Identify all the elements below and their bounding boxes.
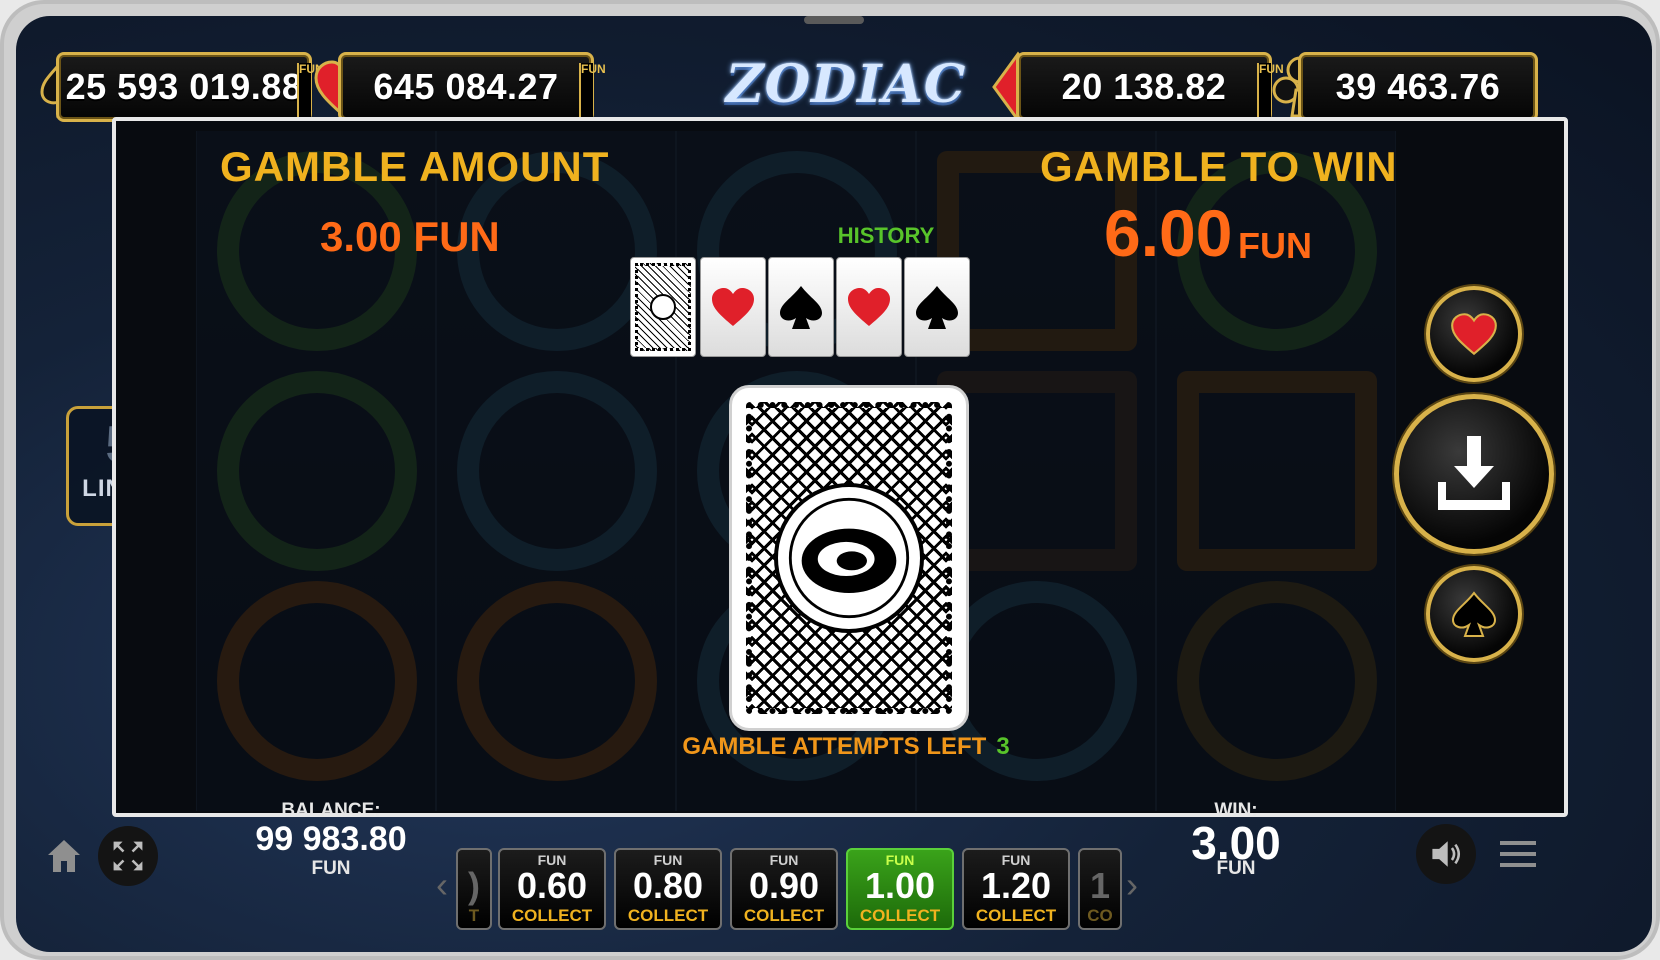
download-icon	[1438, 436, 1510, 510]
history-card-spade-icon	[768, 257, 834, 357]
jackpot-heart-value: 645 084.27	[373, 66, 559, 107]
bet-value: 1.20	[980, 865, 1052, 906]
heart-bet-button[interactable]	[1426, 286, 1522, 382]
spade-icon	[1451, 591, 1497, 637]
balance-value: 99 983.80	[255, 820, 407, 858]
bet-prev-arrow[interactable]: ‹	[436, 864, 448, 906]
jackpot-heart-plate: 645 084.27 FUN	[338, 52, 606, 122]
bet-option-0-80[interactable]: FUN 0.80 COLLECT	[614, 848, 722, 930]
bet-value: 0.90	[748, 865, 820, 906]
bet-option-0-60[interactable]: FUN 0.60 COLLECT	[498, 848, 606, 930]
device-frame: 25 593 019.88 FUN 645 084.27 FUN ZODIAC …	[0, 0, 1660, 960]
history-card-heart-icon	[700, 257, 766, 357]
jackpot-spade-fun: FUN	[297, 63, 324, 117]
gamble-to-win-currency: FUN	[1238, 225, 1312, 266]
bet-collect: COLLECT	[627, 906, 709, 925]
bet-collect: COLLECT	[511, 906, 593, 925]
bet-value: 0.80	[632, 865, 704, 906]
balance-currency: FUN	[311, 858, 351, 879]
jackpot-heart-fun: FUN	[579, 63, 606, 117]
gamble-amount-value: 3.00 FUN	[320, 213, 500, 260]
history-card-spade-icon	[904, 257, 970, 357]
gamble-to-win-value: 6.00	[1104, 196, 1233, 270]
jackpot-diamond-value: 20 138.82	[1061, 66, 1227, 107]
attempts-label: GAMBLE ATTEMPTS LEFT	[682, 733, 987, 760]
bet-option-1-20[interactable]: FUN 1.20 COLLECT	[962, 848, 1070, 930]
home-icon	[48, 840, 80, 872]
bet-value: 1.00	[864, 865, 936, 906]
sound-button[interactable]	[1416, 824, 1476, 884]
gamble-panel: GAMBLE AMOUNT 3.00 FUN GAMBLE TO WIN 6.0…	[112, 117, 1568, 817]
bet-option-partial[interactable]: ) T	[456, 848, 492, 930]
jackpot-diamond-plate: 20 138.82 FUN	[1016, 52, 1284, 122]
home-button[interactable]	[40, 832, 88, 880]
heart-icon	[1451, 313, 1497, 356]
gamble-attempts: GAMBLE ATTEMPTS LEFT 3	[646, 733, 1046, 761]
gamble-amount-label: GAMBLE AMOUNT	[220, 143, 610, 190]
jackpot-diamond-fun: FUN	[1257, 63, 1284, 117]
win-currency: FUN	[1216, 858, 1256, 879]
menu-button[interactable]	[1494, 832, 1542, 876]
gamble-card	[729, 385, 969, 731]
bet-option-1-00-selected[interactable]: FUN 1.00 COLLECT	[846, 848, 954, 930]
bet-collect: COLLECT	[975, 906, 1057, 925]
jackpot-spade-value: 25 593 019.88	[65, 66, 303, 107]
fullscreen-icon	[113, 841, 143, 871]
bet-collect: COLLECT	[743, 906, 825, 925]
game-screen: 25 593 019.88 FUN 645 084.27 FUN ZODIAC …	[16, 16, 1652, 952]
collect-download-button[interactable]	[1394, 394, 1554, 554]
bet-option-0-90[interactable]: FUN 0.90 COLLECT	[730, 848, 838, 930]
bet-value: 0.60	[516, 865, 588, 906]
jackpot-club-value: 39 463.76	[1335, 66, 1501, 107]
card-emblem-icon	[774, 483, 924, 633]
device-notch	[804, 16, 864, 24]
attempts-left-value: 3	[996, 733, 1010, 760]
history-card-back	[630, 257, 696, 357]
gamble-to-win-label: GAMBLE TO WIN	[1040, 143, 1398, 190]
bet-next-arrow[interactable]: ›	[1126, 864, 1138, 906]
game-logo: ZODIAC WHEEL	[725, 54, 967, 176]
jackpot-spade-plate: 25 593 019.88 FUN	[56, 52, 324, 122]
bet-option-partial[interactable]: 1 CO	[1078, 848, 1122, 930]
hamburger-menu-icon	[1500, 841, 1536, 867]
speaker-icon	[1432, 841, 1461, 867]
bet-collect: COLLECT	[859, 906, 941, 925]
spade-bet-button[interactable]	[1426, 566, 1522, 662]
fullscreen-button[interactable]	[98, 826, 158, 886]
history-card-heart-icon	[836, 257, 902, 357]
jackpot-club-plate: 39 463.76	[1298, 52, 1538, 122]
history-label: HISTORY	[837, 223, 935, 248]
balance-label: BALANCE:	[281, 800, 381, 821]
